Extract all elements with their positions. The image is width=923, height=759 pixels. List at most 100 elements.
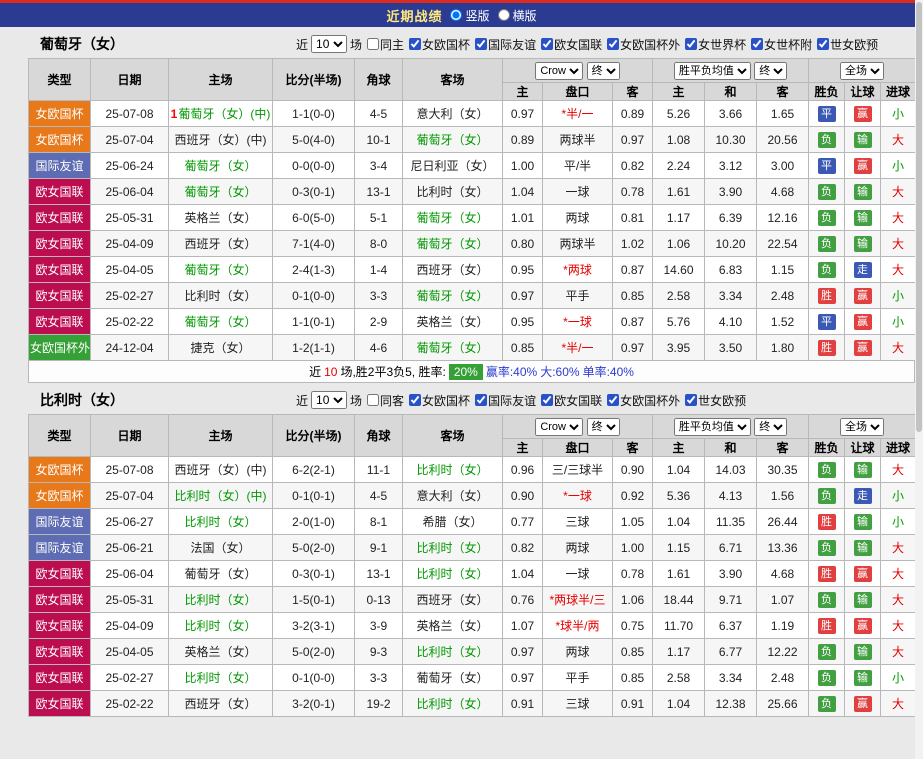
recent-count-select[interactable]: 10 <box>311 391 348 409</box>
odds-company-select[interactable]: Crow <box>535 61 584 80</box>
handicap-result-cell: 输 <box>844 126 882 153</box>
score-cell: 2-0(1-0) <box>272 508 355 535</box>
same-venue-checkbox[interactable] <box>367 38 380 50</box>
odds-away-cell: 0.92 <box>611 482 654 509</box>
avg-home-cell: 1.17 <box>652 204 706 231</box>
result-badge: 负 <box>817 183 836 200</box>
avg-away-cell: 1.52 <box>756 308 810 335</box>
score-cell: 0-1(0-0) <box>272 664 355 691</box>
league-checkbox[interactable] <box>475 38 488 50</box>
league-checkbox[interactable] <box>541 38 554 50</box>
avg-away-cell: 13.36 <box>756 534 810 561</box>
league-filter-option[interactable]: 女欧国杯外 <box>607 392 680 409</box>
match-row: 欧女国联 25-02-27 比利时（女） 0-1(0-0) 3-3 葡萄牙（女） 0.97 平… <box>28 282 917 309</box>
handicap-result-badge: 赢 <box>853 287 872 304</box>
avg-home-cell: 11.70 <box>652 612 706 639</box>
avg-final-select[interactable]: 终 <box>754 61 788 80</box>
layout-horizontal-option[interactable]: 横版 <box>497 7 537 24</box>
handicap-result-cell: 输 <box>844 638 882 665</box>
horizontal-radio[interactable] <box>497 9 510 21</box>
home-team-cell: 葡萄牙（女） <box>168 560 273 587</box>
avg-away-cell: 2.48 <box>756 664 810 691</box>
league-filter-option[interactable]: 欧女国联 <box>541 392 602 409</box>
odds-home-cell: 1.01 <box>502 204 543 231</box>
handicap-result-cell: 走 <box>844 256 882 283</box>
goals-result-cell: 大 <box>880 534 917 561</box>
league-checkbox[interactable] <box>751 38 764 50</box>
home-team-cell: 英格兰（女） <box>168 204 273 231</box>
league-filter-option[interactable]: 女欧国杯 <box>409 36 470 53</box>
goals-result-cell: 大 <box>880 204 917 231</box>
away-team-cell: 比利时（女） <box>402 690 503 717</box>
recent-count-select[interactable]: 10 <box>311 35 348 53</box>
avg-draw-cell: 11.35 <box>704 508 758 535</box>
same-venue-option[interactable]: 同客 <box>367 392 404 409</box>
col-header-home: 主场 <box>168 414 273 457</box>
corners-cell: 8-0 <box>354 230 403 257</box>
fulltime-select[interactable]: 全场 <box>840 61 885 80</box>
subcol-handicap: 盘口 <box>542 438 613 457</box>
league-filter-option[interactable]: 女世界杯 <box>685 36 746 53</box>
scrollbar-thumb[interactable] <box>916 2 922 432</box>
goals-result-cell: 大 <box>880 256 917 283</box>
league-checkbox[interactable] <box>607 38 620 50</box>
league-checkbox[interactable] <box>607 394 620 406</box>
result-cell: 负 <box>808 204 846 231</box>
result-badge: 负 <box>817 131 836 148</box>
league-checkbox[interactable] <box>409 394 422 406</box>
league-checkbox[interactable] <box>685 394 698 406</box>
odds-final-select[interactable]: 终 <box>586 417 620 436</box>
odds-home-cell: 0.80 <box>502 230 543 257</box>
same-venue-checkbox[interactable] <box>367 394 380 406</box>
odds-away-cell: 0.85 <box>611 282 654 309</box>
avg-type-select[interactable]: 胜平负均值 <box>673 61 751 80</box>
match-row: 欧女国联 25-05-31 比利时（女） 1-5(0-1) 0-13 西班牙（女） 0.76… <box>28 586 917 613</box>
odds-away-cell: 1.05 <box>611 508 654 535</box>
odds-company-select[interactable]: Crow <box>535 417 584 436</box>
handicap-result-badge: 赢 <box>853 313 872 330</box>
result-badge: 胜 <box>817 617 836 634</box>
avg-final-select[interactable]: 终 <box>754 417 788 436</box>
league-checkbox[interactable] <box>685 38 698 50</box>
handicap-cell: *一球 <box>542 482 613 509</box>
league-filter-option[interactable]: 世女欧预 <box>817 36 878 53</box>
match-date: 25-05-31 <box>90 586 169 613</box>
league-filter-option[interactable]: 女欧国杯 <box>409 392 470 409</box>
col-header-away: 客场 <box>402 414 503 457</box>
handicap-result-cell: 输 <box>844 230 882 257</box>
avg-type-select[interactable]: 胜平负均值 <box>673 417 751 436</box>
odds-home-cell: 0.97 <box>502 100 543 127</box>
layout-vertical-option[interactable]: 竖版 <box>450 7 490 24</box>
league-checkbox[interactable] <box>541 394 554 406</box>
league-filter-option[interactable]: 世女欧预 <box>685 392 746 409</box>
odds-final-select[interactable]: 终 <box>586 61 620 80</box>
league-checkbox[interactable] <box>409 38 422 50</box>
same-venue-option[interactable]: 同主 <box>367 36 404 53</box>
league-filter-option[interactable]: 欧女国联 <box>541 36 602 53</box>
result-badge: 负 <box>817 209 836 226</box>
fulltime-select[interactable]: 全场 <box>840 417 885 436</box>
result-badge: 胜 <box>817 565 836 582</box>
home-team-cell: 比利时（女） <box>168 586 273 613</box>
section-head: 比利时（女） 近 10 场 同客 女欧国杯 国际友谊 欧女国联 女欧国杯外 世女欧预 <box>28 389 915 411</box>
league-filter-option[interactable]: 女欧国杯外 <box>607 36 680 53</box>
avg-home-cell: 5.76 <box>652 308 706 335</box>
away-team-cell: 尼日利亚（女） <box>402 152 503 179</box>
match-row: 女欧国杯 25-07-04 比利时（女）(中) 0-1(0-1) 4-5 意大利（女） 0.… <box>28 482 917 509</box>
league-label: 女欧国杯 <box>422 37 471 52</box>
result-badge: 负 <box>817 461 836 478</box>
away-team-name: 葡萄牙（女） <box>416 237 489 251</box>
vertical-radio[interactable] <box>450 9 463 21</box>
match-row: 欧女国联 25-02-22 葡萄牙（女） 1-1(0-1) 2-9 英格兰（女） 0.95 *… <box>28 308 917 335</box>
match-row: 欧女国联 25-02-27 比利时（女） 0-1(0-0) 3-3 葡萄牙（女） 0.97 平… <box>28 664 917 691</box>
scrollbar-track[interactable] <box>915 0 923 759</box>
subcol-odds-home: 主 <box>502 438 543 457</box>
handicap-result-badge: 输 <box>853 209 872 226</box>
league-checkbox[interactable] <box>817 38 830 50</box>
league-filter-option[interactable]: 国际友谊 <box>475 36 536 53</box>
vertical-radio-label: 竖版 <box>465 8 490 23</box>
league-filter-option[interactable]: 女世杯附 <box>751 36 812 53</box>
avg-away-cell: 2.48 <box>756 282 810 309</box>
league-filter-option[interactable]: 国际友谊 <box>475 392 536 409</box>
league-checkbox[interactable] <box>475 394 488 406</box>
